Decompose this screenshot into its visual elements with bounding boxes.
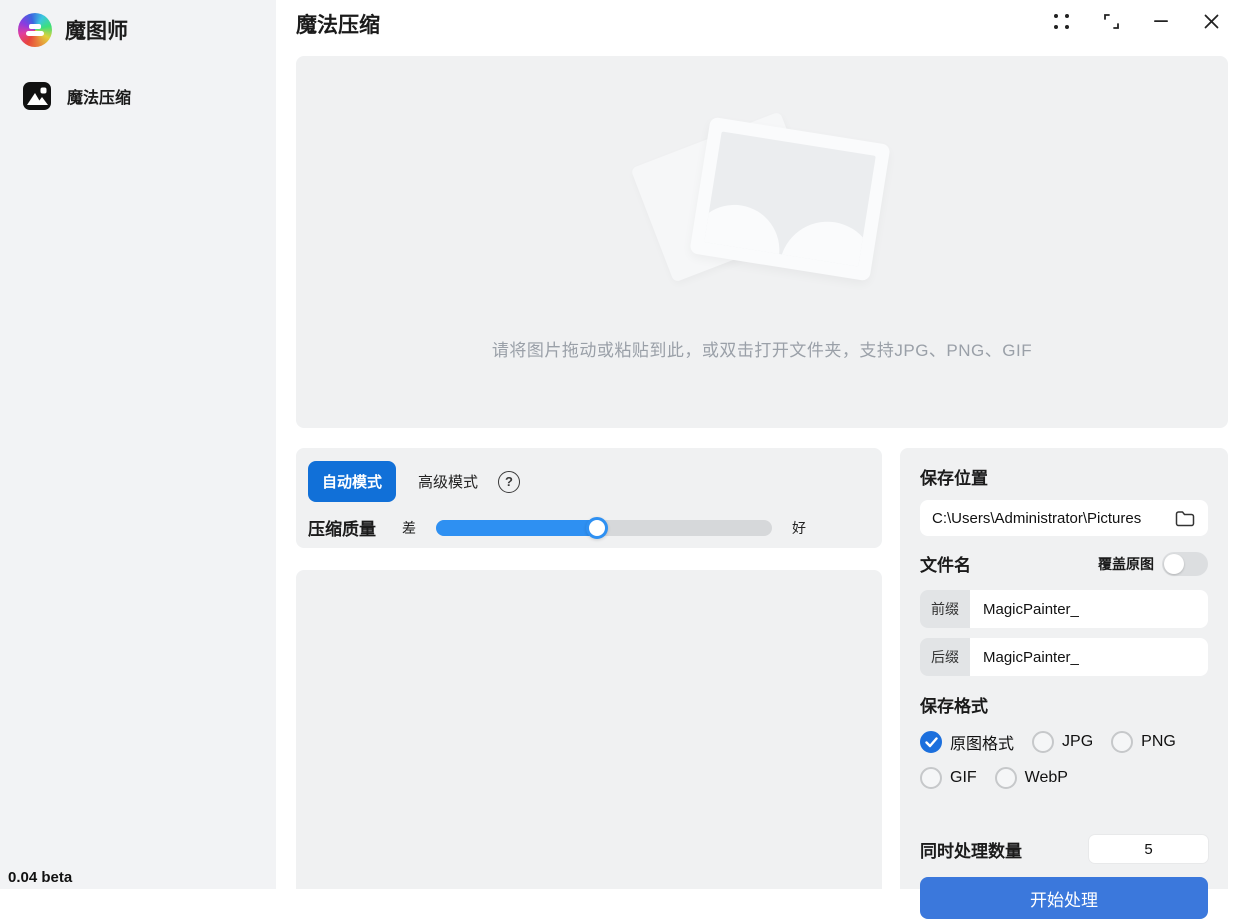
page-title: 魔法压缩	[296, 9, 380, 39]
quality-slider[interactable]	[436, 520, 772, 536]
quality-high-label: 好	[792, 518, 806, 538]
radio-circle	[920, 767, 942, 789]
save-location-title: 保存位置	[920, 464, 1208, 489]
help-icon[interactable]: ?	[498, 471, 520, 493]
suffix-label: 后缀	[920, 638, 970, 676]
prefix-label: 前缀	[920, 590, 970, 628]
concurrency-label: 同时处理数量	[920, 837, 1022, 862]
minimize-icon[interactable]	[1148, 8, 1174, 34]
tab-auto-mode[interactable]: 自动模式	[308, 461, 396, 502]
radio-webp[interactable]: WebP	[995, 767, 1068, 789]
suffix-row: 后缀	[920, 638, 1208, 676]
radio-circle	[1111, 731, 1133, 753]
overwrite-label: 覆盖原图	[1098, 554, 1154, 574]
dropzone-hint: 请将图片拖动或粘贴到此，或双击打开文件夹，支持JPG、PNG、GIF	[296, 336, 1228, 361]
prefix-row: 前缀	[920, 590, 1208, 628]
window-controls	[1048, 8, 1224, 34]
radio-original-format[interactable]: 原图格式	[920, 730, 1014, 754]
save-panel: 保存位置 文件名 覆盖原图 前缀 后缀 保存格式 原图格式	[900, 448, 1228, 889]
start-processing-button[interactable]: 开始处理	[920, 877, 1208, 919]
radio-circle	[920, 731, 942, 753]
filename-title: 文件名	[920, 551, 971, 576]
file-list-panel	[296, 570, 882, 889]
quality-slider-fill	[436, 520, 597, 536]
quality-label: 压缩质量	[308, 515, 376, 540]
radio-circle	[995, 767, 1017, 789]
app-logo-row: 魔图师	[0, 0, 276, 47]
save-path-input[interactable]	[932, 510, 1174, 527]
prefix-input[interactable]	[970, 590, 1208, 628]
version-label: 0.04 beta	[8, 869, 72, 886]
radio-gif[interactable]: GIF	[920, 767, 977, 789]
radio-circle	[1032, 731, 1054, 753]
close-icon[interactable]	[1198, 8, 1224, 34]
logo-glyph-icon	[26, 24, 44, 36]
sidebar-item-magic-compress[interactable]: 魔法压缩	[16, 75, 264, 117]
save-format-title: 保存格式	[920, 692, 1208, 717]
dots-menu-icon[interactable]	[1048, 8, 1074, 34]
toggle-knob	[1164, 554, 1184, 574]
tab-advanced-mode[interactable]: 高级模式	[418, 471, 478, 492]
folder-icon[interactable]	[1174, 507, 1196, 529]
image-placeholder-icon	[637, 108, 887, 308]
quality-low-label: 差	[402, 518, 416, 538]
overwrite-toggle[interactable]	[1162, 552, 1208, 576]
sidebar: 魔图师 魔法压缩 0.04 beta	[0, 0, 276, 889]
app-title: 魔图师	[65, 15, 128, 45]
fullscreen-icon[interactable]	[1098, 8, 1124, 34]
radio-jpg[interactable]: JPG	[1032, 731, 1093, 753]
quality-slider-thumb[interactable]	[586, 517, 608, 539]
sidebar-item-label: 魔法压缩	[67, 84, 131, 108]
suffix-input[interactable]	[970, 638, 1208, 676]
save-path-field	[920, 500, 1208, 536]
app-logo-icon	[18, 13, 52, 47]
image-dropzone[interactable]: 请将图片拖动或粘贴到此，或双击打开文件夹，支持JPG、PNG、GIF	[296, 56, 1228, 428]
image-icon	[22, 81, 52, 111]
radio-png[interactable]: PNG	[1111, 731, 1176, 753]
concurrency-input[interactable]	[1089, 835, 1208, 863]
mode-panel: 自动模式 高级模式 ? 压缩质量 差 好	[296, 448, 882, 548]
